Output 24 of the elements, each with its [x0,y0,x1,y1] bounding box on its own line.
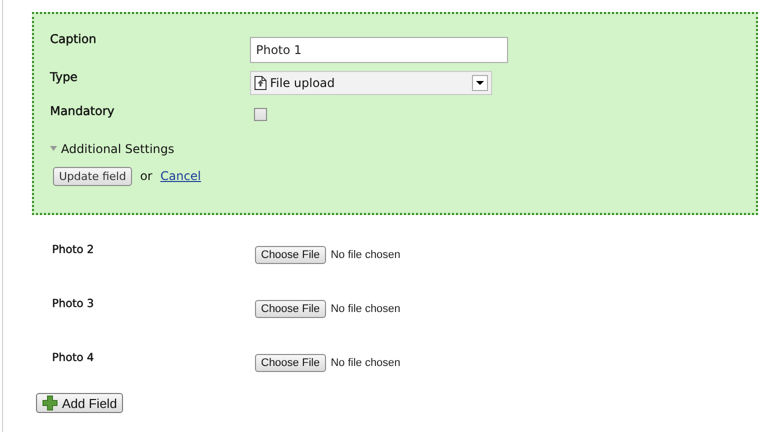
plus-icon [42,395,58,411]
field-label: Photo 2 [52,242,95,256]
add-field-button[interactable]: Add Field [36,393,123,413]
file-status: No file chosen [330,303,400,315]
type-label: Type [50,70,79,84]
caption-field[interactable]: Photo 1 [250,37,508,63]
field-label: Photo 3 [52,296,95,310]
caption-label: Caption [50,32,98,46]
choose-file-button[interactable]: Choose File [255,246,326,264]
choose-file-button[interactable]: Choose File [255,354,326,372]
file-upload-icon [254,76,267,90]
cancel-link[interactable]: Cancel [160,169,202,183]
additional-settings-toggle[interactable]: Additional Settings [50,142,174,156]
caret-icon [472,75,488,91]
update-field-button[interactable]: Update field [53,166,132,186]
file-status: No file chosen [330,249,400,261]
or-text: or [140,169,152,183]
mandatory-checkbox[interactable] [254,108,267,121]
field-label: Photo 4 [52,350,95,364]
triangle-icon [50,146,57,151]
file-status: No file chosen [330,357,400,369]
mandatory-label: Mandatory [50,104,116,118]
type-dropdown[interactable]: File upload [250,71,492,95]
choose-file-button[interactable]: Choose File [255,300,326,318]
